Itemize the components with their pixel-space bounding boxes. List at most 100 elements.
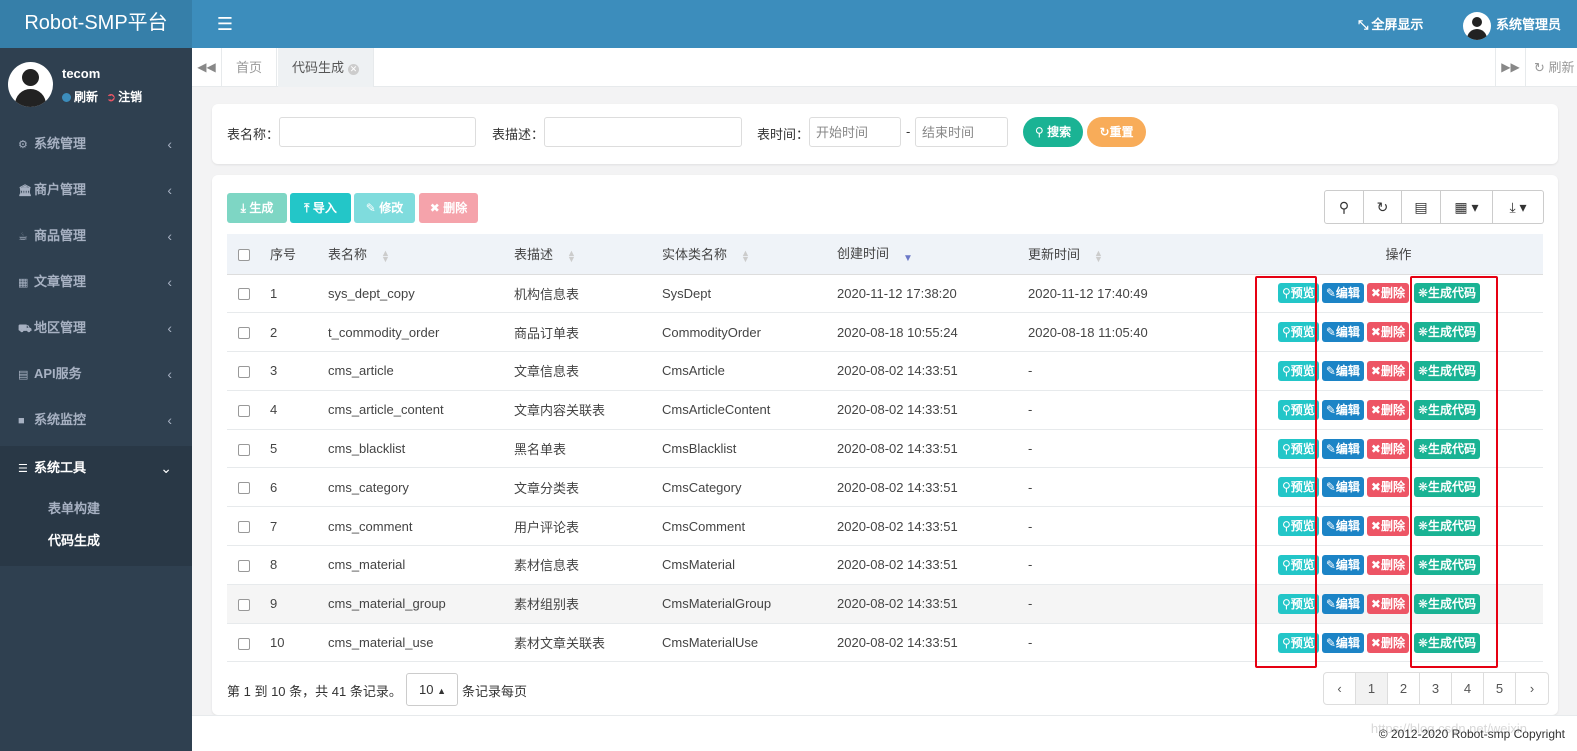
edit-button[interactable]: ✎编辑 <box>1321 283 1364 304</box>
profile-avatar-icon[interactable] <box>8 62 53 107</box>
row-checkbox[interactable] <box>238 366 250 379</box>
table-row[interactable]: 9 cms_material_group 素材组别表 CmsMaterialGroup… <box>227 584 1543 624</box>
table-row[interactable]: 2 t_commodity_order 商品订单表 CommodityOrder 202… <box>227 312 1543 353</box>
import-button[interactable]: ⤒ 导入 <box>290 193 351 223</box>
sidebar-item-article-management[interactable]: ▦ 文章管理 ‹ <box>0 262 192 308</box>
table-row[interactable]: 8 cms_material 素材信息表 CmsMaterial 2020-08-02 … <box>227 545 1543 585</box>
col-header-table-desc[interactable]: 表描述 ▲ ▼ <box>514 234 662 275</box>
brand-title[interactable]: Robot-SMP平台 <box>0 0 192 48</box>
start-time-input[interactable] <box>809 117 901 147</box>
reset-button[interactable]: ↻重置 <box>1087 117 1146 147</box>
export-dropdown-icon[interactable]: ⤓ ▾ <box>1493 191 1543 223</box>
page-next[interactable]: › <box>1516 673 1548 704</box>
tab-refresh-button[interactable]: ↻ 刷新 <box>1525 48 1577 87</box>
columns-dropdown-icon[interactable]: ▦ ▾ <box>1441 191 1493 223</box>
generate-code-button[interactable]: ❋生成代码 <box>1413 399 1481 420</box>
row-checkbox[interactable] <box>238 482 250 495</box>
modify-button[interactable]: ✎ 修改 <box>354 193 415 223</box>
end-time-input[interactable] <box>915 117 1008 147</box>
col-header-update-time[interactable]: 更新时间 ▲ ▼ <box>1028 234 1254 275</box>
delete-row-button[interactable]: ✖删除 <box>1366 554 1409 575</box>
generate-code-button[interactable]: ❋生成代码 <box>1413 593 1481 614</box>
delete-row-button[interactable]: ✖删除 <box>1366 283 1409 304</box>
edit-button[interactable]: ✎编辑 <box>1321 593 1364 614</box>
table-row[interactable]: 7 cms_comment 用户评论表 CmsComment 2020-08-02 14… <box>227 506 1543 547</box>
select-all-checkbox[interactable] <box>238 248 250 261</box>
delete-row-button[interactable]: ✖删除 <box>1366 593 1409 614</box>
page-prev[interactable]: ‹ <box>1324 673 1356 704</box>
preview-button[interactable]: ⚲预览 <box>1278 322 1319 343</box>
table-row[interactable]: 3 cms_article 文章信息表 CmsArticle 2020-08-02 14… <box>227 351 1543 391</box>
row-checkbox[interactable] <box>238 327 250 340</box>
table-desc-input[interactable] <box>544 117 742 147</box>
logout-link[interactable]: ➲ 注销 <box>98 90 142 104</box>
sidebar-item-merchant-management[interactable]: 🏛 商户管理 ‹ <box>0 170 192 216</box>
page-5[interactable]: 5 <box>1484 673 1516 704</box>
generate-code-button[interactable]: ❋生成代码 <box>1413 477 1481 498</box>
menu-toggle-icon[interactable]: ☰ <box>215 12 235 36</box>
generate-code-button[interactable]: ❋生成代码 <box>1413 438 1481 459</box>
preview-button[interactable]: ⚲预览 <box>1278 554 1319 575</box>
row-checkbox[interactable] <box>238 443 250 456</box>
toggle-view-icon[interactable]: ▤ <box>1402 191 1441 223</box>
row-checkbox[interactable] <box>238 637 250 650</box>
delete-row-button[interactable]: ✖删除 <box>1366 632 1409 653</box>
row-checkbox[interactable] <box>238 560 250 573</box>
search-toggle-icon[interactable]: ⚲ <box>1325 191 1364 223</box>
edit-button[interactable]: ✎编辑 <box>1321 360 1364 381</box>
tab-scroll-left-icon[interactable]: ◀◀ <box>192 48 222 87</box>
sidebar-subitem-form-builder[interactable]: 表单构建 <box>0 494 192 526</box>
delete-row-button[interactable]: ✖删除 <box>1366 477 1409 498</box>
row-checkbox[interactable] <box>238 598 250 611</box>
generate-button[interactable]: ⤓ 生成 <box>227 193 287 223</box>
row-checkbox[interactable] <box>238 404 250 417</box>
delete-row-button[interactable]: ✖删除 <box>1366 322 1409 343</box>
preview-button[interactable]: ⚲预览 <box>1278 399 1319 420</box>
row-checkbox[interactable] <box>238 288 250 301</box>
delete-row-button[interactable]: ✖删除 <box>1366 399 1409 420</box>
refresh-table-icon[interactable]: ↻ <box>1364 191 1402 223</box>
user-menu[interactable]: 系统管理员 <box>1463 10 1561 40</box>
page-size-select[interactable]: 10 ▲ <box>406 673 458 706</box>
col-header-class-name[interactable]: 实体类名称 ▲ ▼ <box>662 234 837 275</box>
row-checkbox[interactable] <box>238 521 250 534</box>
delete-row-button[interactable]: ✖删除 <box>1366 360 1409 381</box>
page-2[interactable]: 2 <box>1388 673 1420 704</box>
edit-button[interactable]: ✎编辑 <box>1321 554 1364 575</box>
preview-button[interactable]: ⚲预览 <box>1278 593 1319 614</box>
search-button[interactable]: ⚲ 搜索 <box>1023 117 1083 147</box>
preview-button[interactable]: ⚲预览 <box>1278 360 1319 381</box>
sidebar-item-system-tools[interactable]: ☰ 系统工具 ⌄ <box>0 446 192 490</box>
sidebar-item-region-management[interactable]: ⛟ 地区管理 ‹ <box>0 308 192 354</box>
generate-code-button[interactable]: ❋生成代码 <box>1413 283 1481 304</box>
generate-code-button[interactable]: ❋生成代码 <box>1413 516 1481 537</box>
preview-button[interactable]: ⚲预览 <box>1278 516 1319 537</box>
table-row[interactable]: 4 cms_article_content 文章内容关联表 CmsArticleCon… <box>227 390 1543 430</box>
preview-button[interactable]: ⚲预览 <box>1278 477 1319 498</box>
sidebar-item-api-service[interactable]: ▤ API服务 ‹ <box>0 354 192 400</box>
tab-home[interactable]: 首页 <box>222 48 278 87</box>
table-row[interactable]: 6 cms_category 文章分类表 CmsCategory 2020-08-02 … <box>227 467 1543 508</box>
table-name-input[interactable] <box>279 117 476 147</box>
preview-button[interactable]: ⚲预览 <box>1278 438 1319 459</box>
table-row[interactable]: 1 sys_dept_copy 机构信息表 SysDept 2020-11-12 17:… <box>227 274 1543 314</box>
delete-row-button[interactable]: ✖删除 <box>1366 438 1409 459</box>
edit-button[interactable]: ✎编辑 <box>1321 322 1364 343</box>
edit-button[interactable]: ✎编辑 <box>1321 399 1364 420</box>
generate-code-button[interactable]: ❋生成代码 <box>1413 360 1481 381</box>
sidebar-item-system-management[interactable]: ⚙ 系统管理 ‹ <box>0 124 192 170</box>
tab-scroll-right-icon[interactable]: ▶▶ <box>1495 48 1525 87</box>
generate-code-button[interactable]: ❋生成代码 <box>1413 322 1481 343</box>
page-3[interactable]: 3 <box>1420 673 1452 704</box>
close-tab-icon[interactable]: ✕ <box>348 64 360 75</box>
generate-code-button[interactable]: ❋生成代码 <box>1413 632 1481 653</box>
col-header-create-time[interactable]: 创建时间 ▼ <box>837 234 1028 275</box>
page-1[interactable]: 1 <box>1356 673 1388 704</box>
refresh-link[interactable]: 刷新 <box>62 90 98 104</box>
fullscreen-button[interactable]: ⤡ 全屏显示 <box>1358 15 1423 35</box>
delete-button[interactable]: ✖ 删除 <box>419 193 478 223</box>
edit-button[interactable]: ✎编辑 <box>1321 516 1364 537</box>
delete-row-button[interactable]: ✖删除 <box>1366 516 1409 537</box>
edit-button[interactable]: ✎编辑 <box>1321 477 1364 498</box>
preview-button[interactable]: ⚲预览 <box>1278 632 1319 653</box>
